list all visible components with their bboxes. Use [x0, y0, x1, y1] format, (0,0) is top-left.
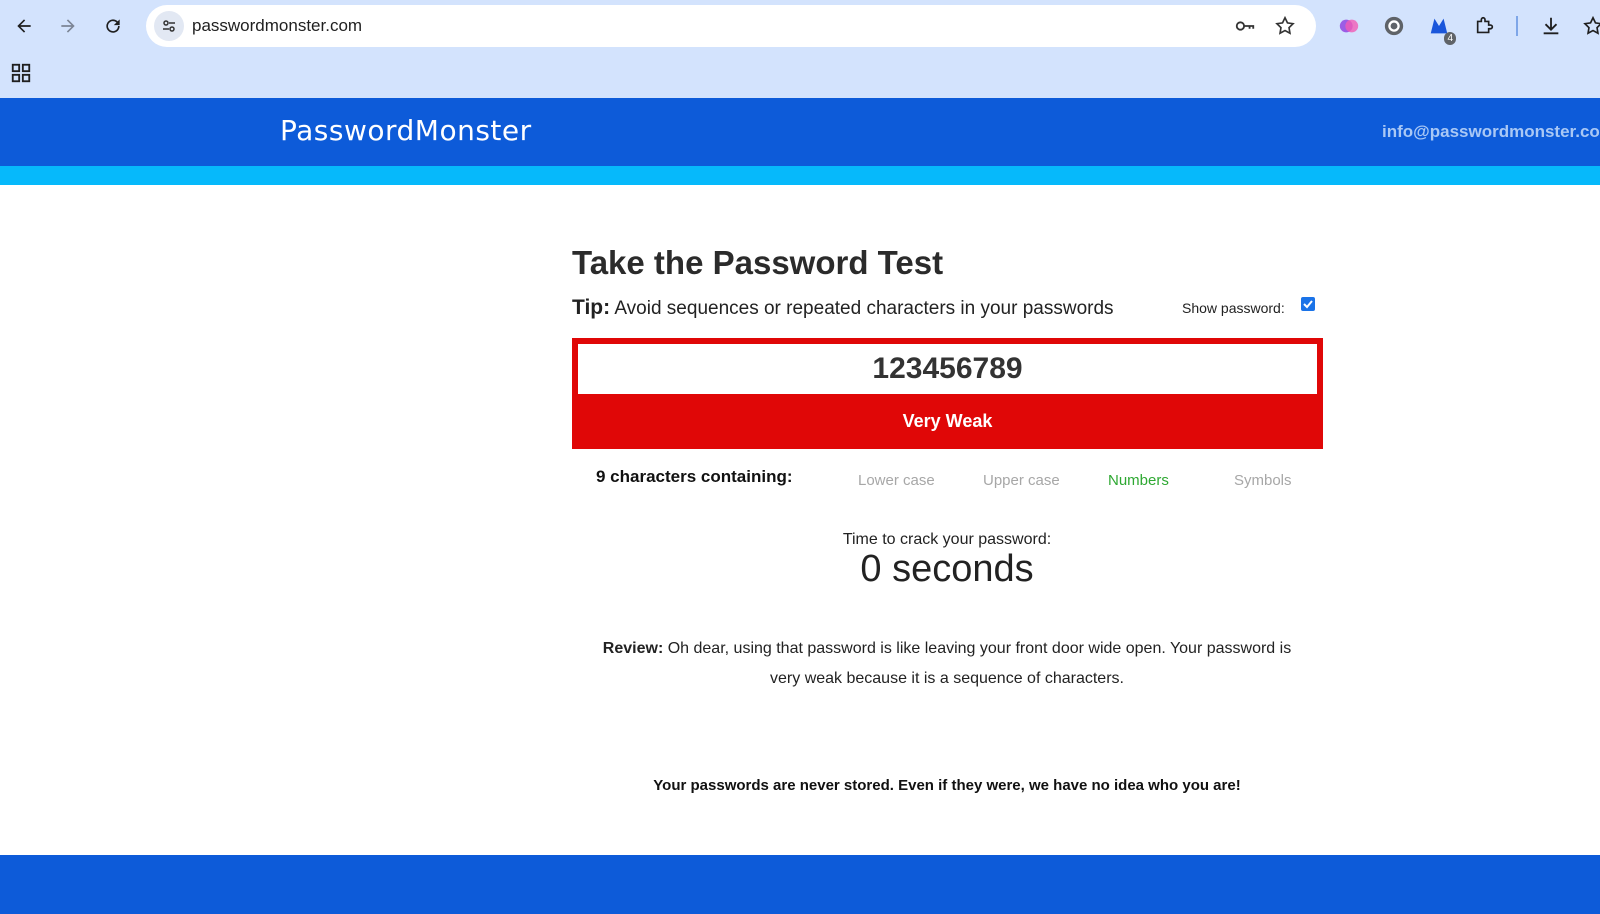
site-header: PasswordMonster info@passwordmonster.co [0, 98, 1600, 166]
review-paragraph: Review: Oh dear, using that password is … [592, 634, 1302, 694]
extension-with-badge-icon[interactable]: 4 [1426, 13, 1456, 45]
crack-time-label: Time to crack your password: [842, 531, 1052, 548]
back-button[interactable] [8, 10, 40, 42]
review-text: Oh dear, using that password is like lea… [667, 640, 1292, 687]
puzzle-extensions-icon[interactable] [1472, 13, 1498, 39]
reload-button[interactable] [97, 10, 129, 42]
download-icon[interactable] [1538, 13, 1564, 39]
url-text: passwordmonster.com [192, 16, 363, 35]
site-footer [0, 855, 1600, 914]
tip-label: Tip: [572, 296, 611, 319]
apps-grid-icon[interactable] [10, 62, 32, 84]
forward-button[interactable] [52, 10, 84, 42]
brain-extension-icon[interactable] [1336, 13, 1362, 39]
char-type-lowercase: Lower case [858, 472, 935, 489]
char-type-numbers: Numbers [1108, 472, 1169, 489]
password-key-icon[interactable] [1234, 15, 1256, 37]
toolbar-divider [1516, 16, 1518, 36]
grammarly-extension-icon[interactable] [1381, 13, 1407, 39]
show-password-label: Show password: [1182, 300, 1285, 316]
browser-toolbar: passwordmonster.com 4 [0, 0, 1600, 52]
arrow-right-icon [61, 19, 75, 33]
site-logo[interactable]: PasswordMonster [280, 114, 532, 147]
tip-text: Avoid sequences or repeated characters i… [614, 298, 1114, 319]
address-bar[interactable]: passwordmonster.com [146, 5, 1316, 47]
arrow-left-icon [17, 19, 31, 33]
strength-label: Very Weak [902, 411, 993, 431]
bookmarks-bar [0, 52, 1600, 98]
bookmark-star-icon[interactable] [1274, 15, 1296, 37]
extension-badge: 4 [1444, 32, 1456, 45]
char-type-symbols: Symbols [1234, 472, 1292, 489]
check-icon [1303, 300, 1313, 309]
password-strength-box: 123456789 Very Weak [572, 338, 1323, 449]
page-title: Take the Password Test [572, 244, 944, 281]
tip-line: Tip: Avoid sequences or repeated charact… [572, 296, 1114, 320]
char-type-uppercase: Upper case [983, 472, 1060, 489]
privacy-notice: Your passwords are never stored. Even if… [653, 777, 1241, 794]
site-settings-icon[interactable] [154, 11, 184, 41]
character-count-label: 9 characters containing: [596, 467, 793, 486]
reload-icon [106, 19, 120, 33]
crack-time-value: 0 seconds [860, 548, 1034, 590]
reading-list-icon[interactable] [1580, 13, 1600, 39]
header-stripe [0, 166, 1600, 185]
contact-email-link[interactable]: info@passwordmonster.co [1382, 122, 1600, 142]
review-label: Review: [602, 640, 664, 657]
password-input[interactable]: 123456789 [578, 344, 1317, 394]
show-password-checkbox[interactable] [1301, 297, 1315, 311]
